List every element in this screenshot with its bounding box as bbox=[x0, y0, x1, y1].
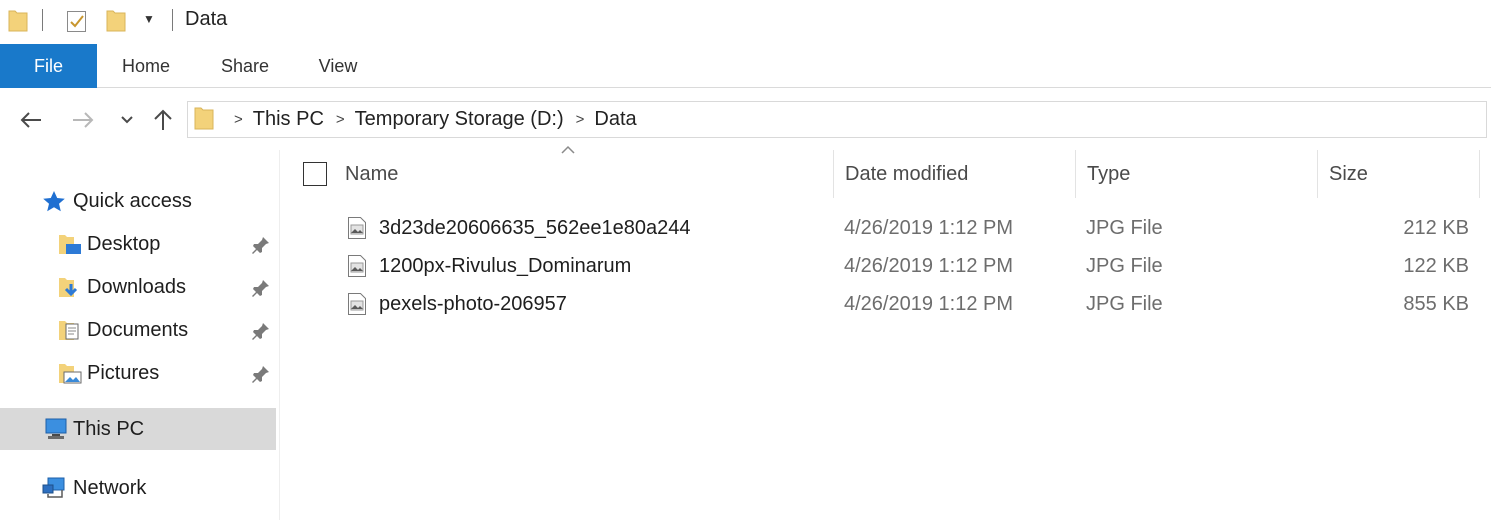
column-divider[interactable] bbox=[1317, 150, 1318, 198]
column-divider[interactable] bbox=[1479, 150, 1480, 198]
chevron-right-icon[interactable]: > bbox=[234, 111, 243, 128]
file-row[interactable]: 3d23de20606635_562ee1e80a244 4/26/2019 1… bbox=[341, 209, 1471, 247]
forward-button[interactable] bbox=[68, 104, 98, 136]
up-button[interactable] bbox=[148, 104, 178, 136]
tab-view[interactable]: View bbox=[302, 44, 374, 88]
file-type: JPG File bbox=[1086, 292, 1163, 315]
jpg-file-icon bbox=[347, 292, 367, 321]
column-divider[interactable] bbox=[1075, 150, 1076, 198]
sidebar-item-quick-access[interactable]: Quick access bbox=[0, 181, 276, 221]
file-row[interactable]: 1200px-Rivulus_Dominarum 4/26/2019 1:12 … bbox=[341, 247, 1471, 285]
file-size: 855 KB bbox=[1403, 292, 1469, 315]
file-date-modified: 4/26/2019 1:12 PM bbox=[844, 292, 1014, 315]
tab-home[interactable]: Home bbox=[106, 44, 186, 88]
select-all-checkbox[interactable] bbox=[303, 162, 327, 186]
breadcrumb-this-pc[interactable]: This PC bbox=[253, 108, 324, 131]
chevron-right-icon[interactable]: > bbox=[336, 111, 345, 128]
title-bar: ▼ Data bbox=[0, 0, 1491, 42]
pin-icon[interactable] bbox=[251, 364, 271, 389]
network-icon bbox=[42, 476, 68, 505]
title-separator bbox=[42, 9, 43, 31]
address-bar[interactable]: > This PC > Temporary Storage (D:) > Dat… bbox=[187, 101, 1487, 138]
breadcrumb-temporary-storage[interactable]: Temporary Storage (D:) bbox=[355, 108, 564, 131]
arrow-left-icon bbox=[20, 112, 41, 128]
folder-icon bbox=[194, 104, 214, 135]
sidebar-item-desktop[interactable]: Desktop bbox=[0, 224, 276, 264]
sidebar-item-label: Documents bbox=[87, 318, 189, 341]
column-header-name[interactable]: Name bbox=[345, 154, 825, 194]
new-folder-icon[interactable] bbox=[106, 8, 126, 37]
window-title: Data bbox=[185, 8, 228, 30]
pin-icon[interactable] bbox=[251, 235, 271, 260]
documents-folder-icon bbox=[58, 318, 82, 347]
sidebar-item-label: This PC bbox=[73, 417, 145, 440]
desktop-folder-icon bbox=[58, 232, 82, 261]
navigation-pane: Quick access Desktop Downloads Documents bbox=[0, 150, 280, 520]
file-date-modified: 4/26/2019 1:12 PM bbox=[844, 254, 1014, 277]
arrow-up-icon bbox=[154, 109, 172, 130]
folder-icon[interactable] bbox=[8, 8, 28, 37]
computer-icon bbox=[44, 417, 70, 446]
title-separator bbox=[172, 9, 173, 31]
jpg-file-icon bbox=[347, 254, 367, 283]
customize-toolbar-dropdown-icon[interactable]: ▼ bbox=[143, 12, 155, 26]
file-size: 212 KB bbox=[1403, 216, 1469, 239]
sidebar-item-label: Quick access bbox=[73, 189, 192, 212]
star-icon bbox=[42, 190, 66, 217]
sidebar-item-label: Desktop bbox=[87, 232, 161, 255]
pin-icon[interactable] bbox=[251, 278, 271, 303]
column-header-type[interactable]: Type bbox=[1087, 154, 1307, 194]
arrow-right-icon bbox=[73, 112, 94, 128]
sidebar-item-downloads[interactable]: Downloads bbox=[0, 267, 276, 307]
file-list: Name Date modified Type Size 3d23de20606… bbox=[281, 140, 1491, 520]
downloads-folder-icon bbox=[58, 275, 82, 304]
file-type: JPG File bbox=[1086, 254, 1163, 277]
sidebar-item-label: Network bbox=[73, 476, 147, 499]
pictures-folder-icon bbox=[58, 361, 82, 390]
sidebar-item-label: Downloads bbox=[87, 275, 186, 298]
chevron-right-icon[interactable]: > bbox=[576, 111, 585, 128]
ribbon: File Home Share View bbox=[0, 44, 1491, 88]
back-button[interactable] bbox=[16, 104, 46, 136]
file-name: 1200px-Rivulus_Dominarum bbox=[379, 254, 632, 277]
breadcrumb-data[interactable]: Data bbox=[594, 108, 636, 131]
tab-share[interactable]: Share bbox=[206, 44, 284, 88]
file-type: JPG File bbox=[1086, 216, 1163, 239]
recent-locations-button[interactable] bbox=[112, 104, 142, 136]
pin-icon[interactable] bbox=[251, 321, 271, 346]
jpg-file-icon bbox=[347, 216, 367, 245]
sidebar-item-network[interactable]: Network bbox=[0, 468, 276, 508]
properties-icon[interactable] bbox=[66, 9, 88, 38]
sidebar-item-pictures[interactable]: Pictures bbox=[0, 353, 276, 393]
sidebar-item-label: Pictures bbox=[87, 361, 160, 384]
column-header-size[interactable]: Size bbox=[1329, 154, 1469, 194]
file-name: 3d23de20606635_562ee1e80a244 bbox=[379, 216, 691, 239]
sidebar-item-documents[interactable]: Documents bbox=[0, 310, 276, 350]
file-row[interactable]: pexels-photo-206957 4/26/2019 1:12 PM JP… bbox=[341, 285, 1471, 323]
file-size: 122 KB bbox=[1403, 254, 1469, 277]
tab-file[interactable]: File bbox=[0, 44, 97, 88]
column-header-date-modified[interactable]: Date modified bbox=[845, 154, 1065, 194]
file-name: pexels-photo-206957 bbox=[379, 292, 567, 315]
sidebar-item-this-pc[interactable]: This PC bbox=[0, 408, 276, 450]
chevron-down-icon bbox=[121, 116, 133, 124]
column-divider[interactable] bbox=[833, 150, 834, 198]
file-date-modified: 4/26/2019 1:12 PM bbox=[844, 216, 1014, 239]
